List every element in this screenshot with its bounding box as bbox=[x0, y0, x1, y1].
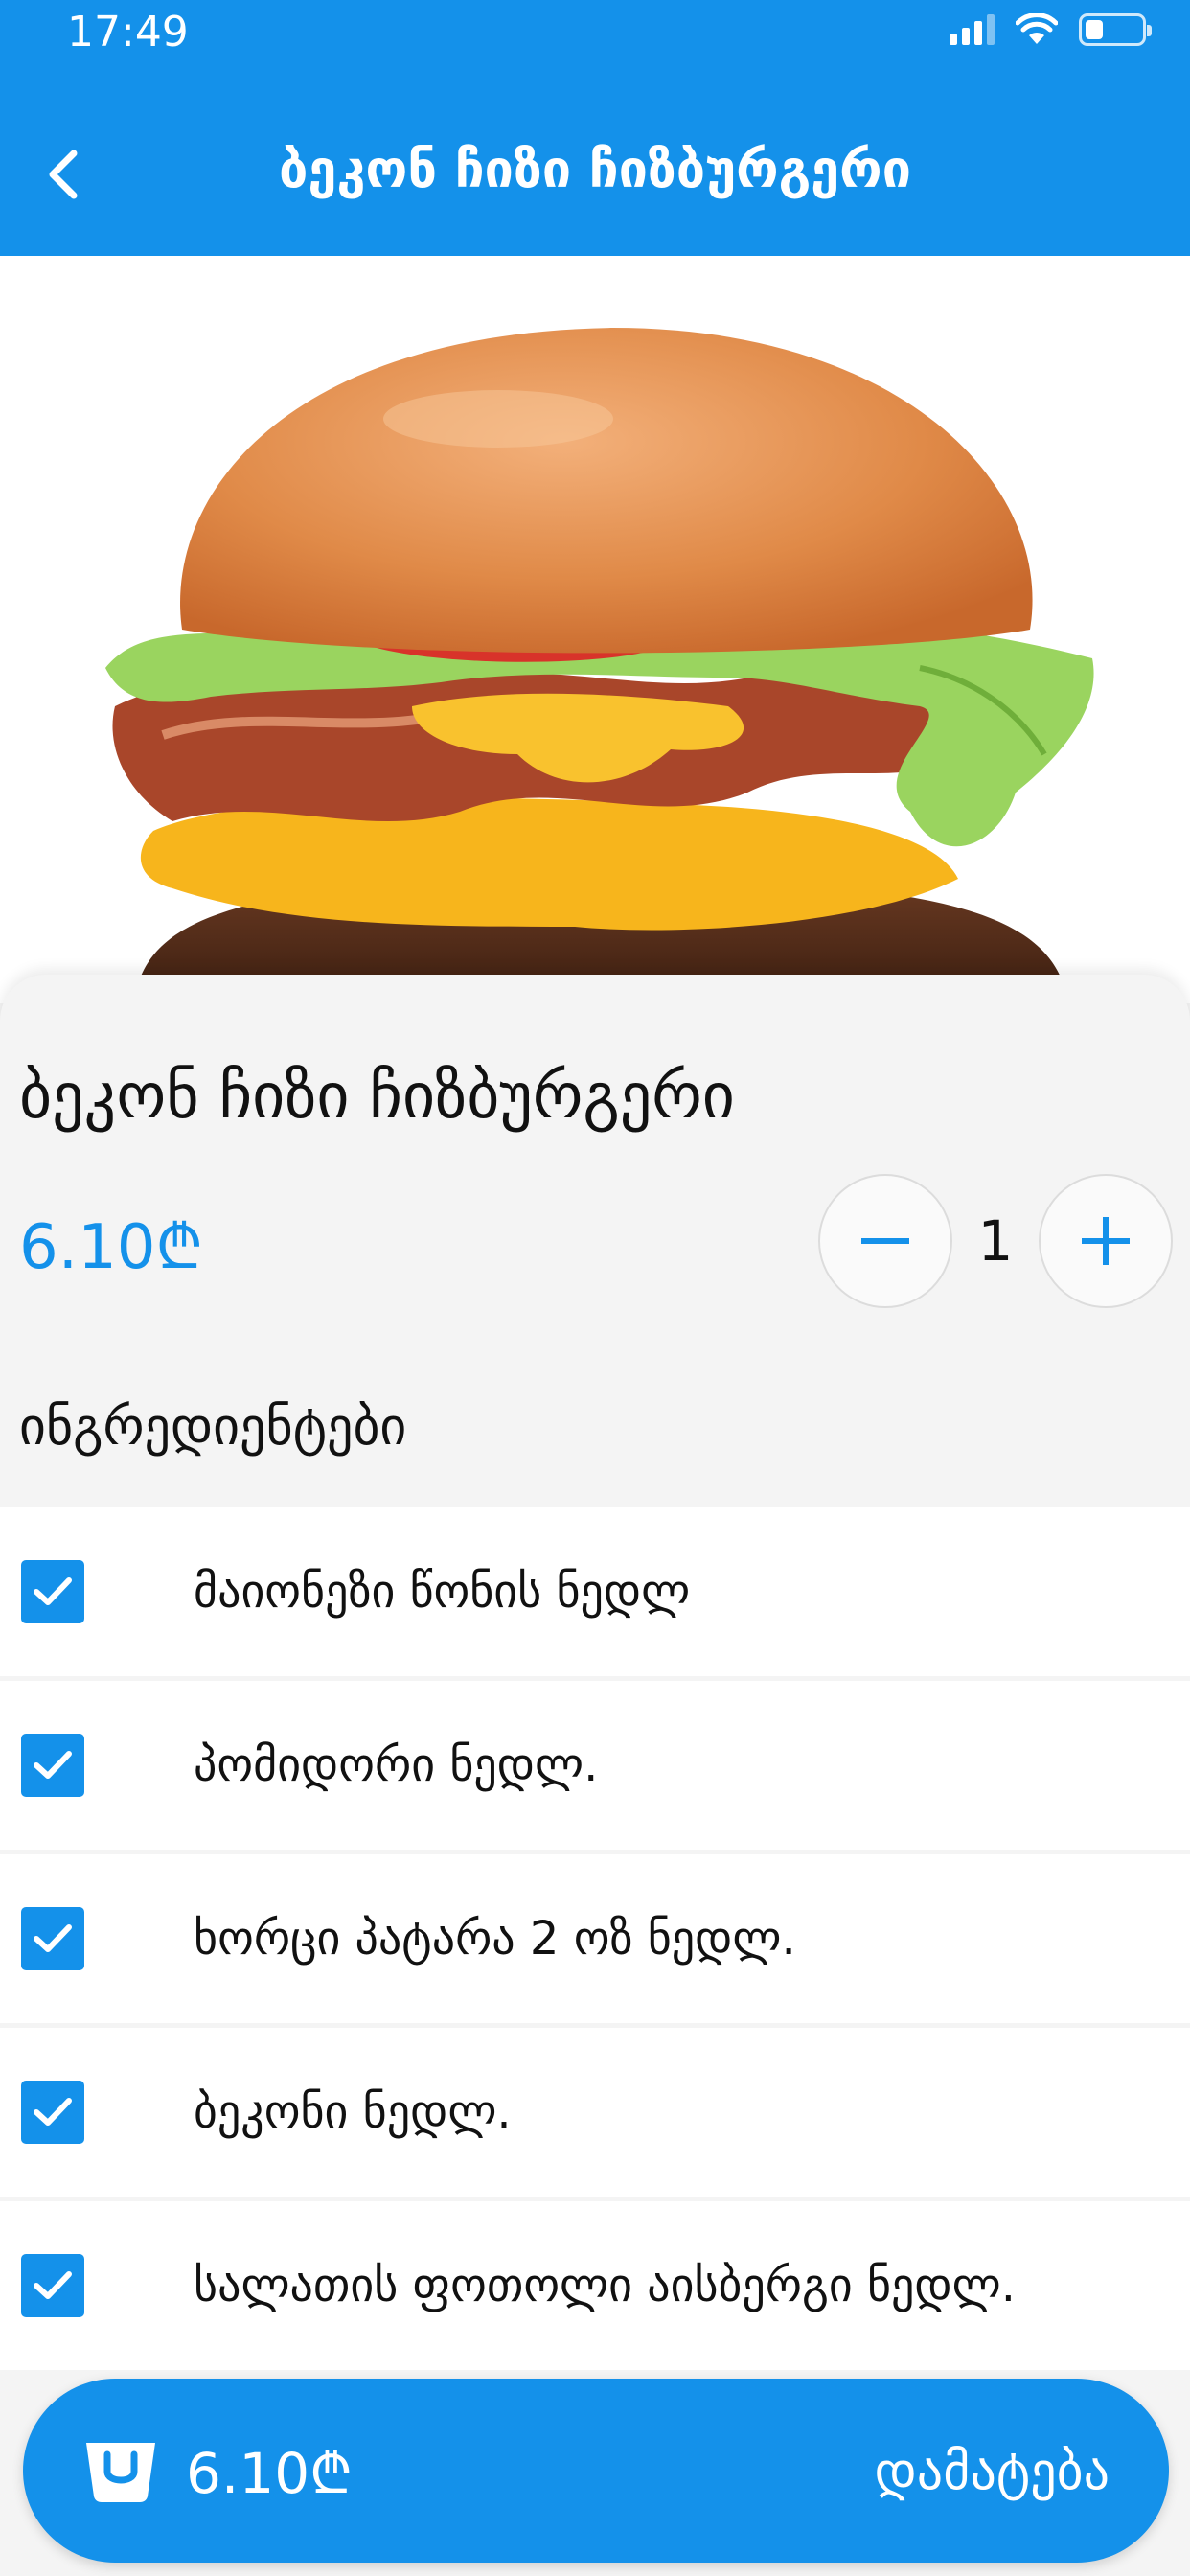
product-sheet: ბეკონ ჩიზი ჩიზბურგერი 6.10₾ 1 ინგრედიენტ… bbox=[0, 975, 1190, 2576]
cart-total-price: 6.10₾ bbox=[186, 2440, 353, 2506]
battery-icon bbox=[1079, 13, 1152, 46]
ingredients-list: მაიონეზი წონის ნედლ პომიდორი ნედლ. ხორცი… bbox=[0, 1507, 1190, 2375]
decrease-quantity-button[interactable] bbox=[818, 1174, 952, 1308]
ingredient-label: პომიდორი ნედლ. bbox=[194, 1738, 599, 1792]
add-button-label: დამატება bbox=[874, 2440, 1110, 2501]
app-header: 17:49 ბეკონ ჩიზი ჩიზბურგერი bbox=[0, 0, 1190, 256]
ingredients-title: ინგრედიენტები bbox=[19, 1396, 407, 1457]
status-icons bbox=[950, 13, 1152, 46]
quantity-stepper: 1 bbox=[818, 1174, 1173, 1308]
ingredient-item[interactable]: ხორცი პატარა 2 ოზ ნედლ. bbox=[0, 1854, 1190, 2023]
ingredient-item[interactable]: ბეკონი ნედლ. bbox=[0, 2028, 1190, 2196]
checkbox-checked-icon[interactable] bbox=[21, 1560, 84, 1623]
ingredient-item[interactable]: პომიდორი ნედლ. bbox=[0, 1681, 1190, 1850]
burger-illustration bbox=[105, 328, 1094, 1003]
back-button[interactable] bbox=[29, 134, 96, 215]
ingredient-item[interactable]: მაიონეზი წონის ნედლ bbox=[0, 1507, 1190, 1676]
wifi-icon bbox=[1016, 13, 1058, 44]
status-time: 17:49 bbox=[67, 8, 189, 57]
ingredient-item[interactable]: სალათის ფოთოლი აისბერგი ნედლ. bbox=[0, 2201, 1190, 2370]
product-price: 6.10₾ bbox=[19, 1212, 203, 1283]
checkbox-checked-icon[interactable] bbox=[21, 2254, 84, 2317]
basket-icon bbox=[82, 2432, 159, 2509]
checkbox-checked-icon[interactable] bbox=[21, 1907, 84, 1970]
product-image bbox=[0, 256, 1190, 1003]
page-title: ბეკონ ჩიზი ჩიზბურგერი bbox=[278, 139, 912, 199]
back-chevron-icon bbox=[49, 150, 78, 199]
minus-icon bbox=[861, 1238, 909, 1244]
add-to-cart-button[interactable]: 6.10₾ დამატება bbox=[23, 2379, 1169, 2563]
ingredient-label: მაიონეზი წონის ნედლ bbox=[194, 1565, 691, 1619]
ingredient-label: სალათის ფოთოლი აისბერგი ნედლ. bbox=[194, 2259, 1017, 2312]
quantity-value: 1 bbox=[977, 1208, 1014, 1274]
ingredient-label: ხორცი პატარა 2 ოზ ნედლ. bbox=[194, 1912, 796, 1966]
signal-icon bbox=[950, 14, 995, 45]
increase-quantity-button[interactable] bbox=[1039, 1174, 1173, 1308]
checkbox-checked-icon[interactable] bbox=[21, 1734, 84, 1797]
product-name: ბეკონ ჩიზი ჩიზბურგერი bbox=[19, 1059, 735, 1133]
plus-icon bbox=[1082, 1217, 1130, 1265]
checkbox-checked-icon[interactable] bbox=[21, 2081, 84, 2144]
ingredient-label: ბეკონი ნედლ. bbox=[194, 2085, 512, 2139]
